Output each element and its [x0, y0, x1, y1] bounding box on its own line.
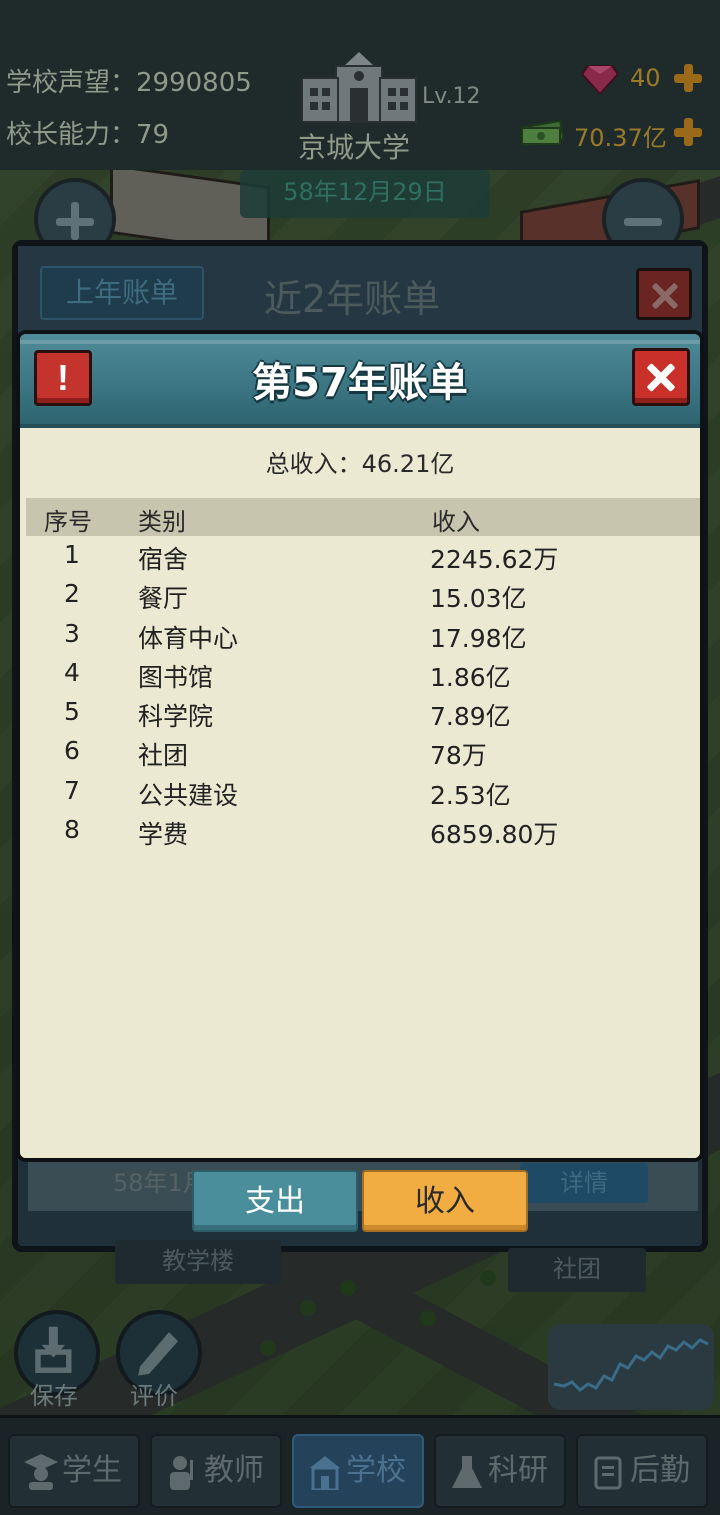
row-index: 2	[64, 579, 80, 609]
school-reputation: 学校声望：2990805	[6, 68, 252, 98]
total-income: 总收入：46.21亿	[265, 450, 455, 478]
save-label: 保存	[30, 1382, 78, 1410]
column-header-category: 类别	[138, 508, 186, 536]
details-button[interactable]: 详情	[520, 1163, 648, 1203]
tab-income[interactable]: 收入	[362, 1170, 528, 1232]
row-index: 5	[64, 697, 80, 727]
club-tag[interactable]: 社团	[508, 1248, 646, 1292]
row-index: 6	[64, 736, 80, 766]
row-category: 图书馆	[138, 662, 214, 692]
table-row: 7 公共建设 2.53亿	[20, 772, 700, 811]
row-index: 4	[64, 657, 80, 687]
teaching-building-tag[interactable]: 教学楼	[115, 1240, 281, 1284]
row-category: 公共建设	[138, 780, 239, 810]
row-category: 宿舍	[138, 545, 189, 574]
clipboard-icon	[594, 1456, 622, 1490]
game-date: 58年12月29日	[240, 170, 490, 218]
nav-logistics[interactable]: 后勤	[576, 1434, 708, 1508]
column-header-income: 收入	[432, 508, 480, 536]
modal-title: 第57年账单	[252, 360, 468, 406]
nav-students[interactable]: 学生	[8, 1434, 140, 1508]
back-panel-close-icon[interactable]	[636, 268, 692, 320]
modal-body: 总收入：46.21亿 序号 类别 收入 1 宿舍 2245.62万 2 餐厅 15.03…	[20, 428, 700, 1158]
school-name: 京城大学	[298, 131, 411, 164]
add-gems-button[interactable]	[672, 62, 704, 94]
income-table-rows: 1 宿舍 2245.62万 2 餐厅 15.03亿 3 体育中心 17.98亿 4 图书馆 1.…	[20, 536, 700, 850]
row-income: 6859.80万	[430, 820, 559, 850]
rate-label: 评价	[130, 1382, 178, 1410]
nav-research-label: 科研	[488, 1453, 548, 1488]
money-count: 70.37亿	[574, 124, 667, 152]
school-building-icon	[301, 52, 417, 123]
row-index: 8	[64, 815, 80, 845]
graduate-icon	[24, 1454, 58, 1490]
nav-school-label: 学校	[346, 1453, 406, 1488]
row-income: 17.98亿	[430, 623, 527, 653]
bottom-nav: 学生 教师 学校 科研 后勤	[0, 1415, 720, 1515]
nav-teachers-label: 教师	[204, 1453, 264, 1488]
row-income: 78万	[430, 741, 487, 771]
row-index: 1	[64, 540, 80, 569]
school-level: Lv.12	[422, 84, 481, 109]
back-panel-title: 近2年账单	[264, 277, 441, 321]
table-row: 6 社团 78万	[20, 732, 700, 771]
row-category: 体育中心	[138, 623, 239, 653]
column-header-index: 序号	[44, 508, 92, 536]
nav-students-label: 学生	[62, 1453, 122, 1488]
table-row: 2 餐厅 15.03亿	[20, 575, 700, 614]
row-index: 3	[64, 618, 80, 648]
gem-count: 40	[630, 64, 661, 92]
row-category: 科学院	[138, 702, 214, 732]
table-row: 4 图书馆 1.86亿	[20, 654, 700, 693]
add-money-button[interactable]	[672, 116, 704, 148]
money-icon	[521, 119, 565, 146]
row-income: 15.03亿	[430, 584, 527, 614]
nav-research[interactable]: 科研	[434, 1434, 566, 1508]
row-category: 学费	[138, 820, 189, 850]
tab-expense[interactable]: 支出	[192, 1170, 358, 1232]
row-income: 1.86亿	[430, 662, 511, 692]
flask-icon	[452, 1456, 482, 1488]
nav-logistics-label: 后勤	[630, 1453, 690, 1488]
previous-year-bill-button[interactable]: 上年账单	[40, 266, 204, 320]
table-row: 5 科学院 7.89亿	[20, 693, 700, 732]
row-income: 2245.62万	[430, 545, 559, 574]
row-income: 2.53亿	[430, 780, 511, 810]
school-icon	[310, 1456, 340, 1490]
gem-icon	[582, 65, 618, 94]
nav-teachers[interactable]: 教师	[150, 1434, 282, 1508]
mini-trend-graph[interactable]	[548, 1324, 714, 1410]
row-category: 社团	[138, 741, 189, 771]
table-header: 序号 类别 收入	[26, 498, 700, 536]
row-category: 餐厅	[138, 584, 189, 614]
table-row: 3 体育中心 17.98亿	[20, 615, 700, 654]
principal-ability: 校长能力：79	[6, 120, 170, 150]
top-hud: 学校声望：2990805 校长能力：79 Lv.12 京城大学 40 70.37…	[0, 0, 720, 260]
teacher-icon	[170, 1456, 193, 1490]
row-income: 7.89亿	[430, 702, 511, 732]
table-row: 1 宿舍 2245.62万	[20, 536, 700, 575]
close-icon[interactable]	[632, 348, 690, 406]
modal-header: ! 第57年账单	[20, 334, 700, 428]
trend-line	[553, 1338, 709, 1392]
year-bill-modal: ! 第57年账单 总收入：46.21亿 序号 类别 收入 1 宿舍 2245.62万…	[16, 330, 704, 1162]
back-panel-header: 上年账单 近2年账单	[18, 246, 702, 338]
nav-school[interactable]: 学校	[292, 1434, 424, 1508]
row-index: 7	[64, 775, 80, 805]
table-row: 8 学费 6859.80万	[20, 811, 700, 850]
